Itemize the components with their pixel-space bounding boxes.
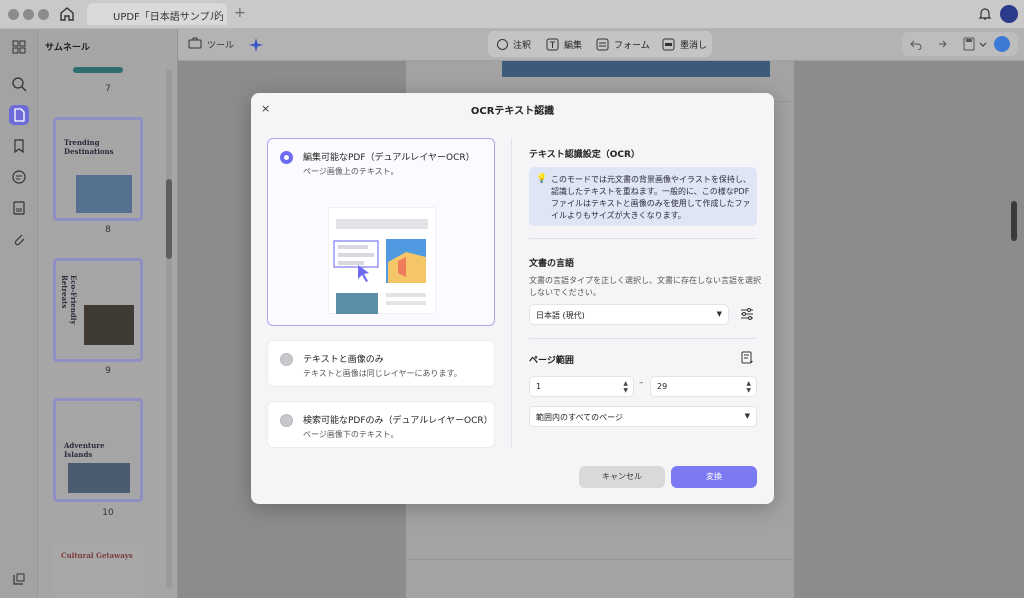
close-window-icon[interactable] [8, 9, 19, 20]
page-number: 7 [105, 84, 111, 94]
caret-down-icon: ▼ [744, 412, 750, 420]
range-to-input[interactable]: 29 ▲ ▼ [650, 376, 757, 397]
lightbulb-icon: 💡 [536, 174, 548, 184]
minimize-window-icon[interactable] [23, 9, 34, 20]
range-mode-value: 範囲内のすべてのページ [536, 413, 623, 422]
option-desc: テキストと画像は同じレイヤーにあります。 [303, 369, 462, 378]
stepper-icon[interactable]: ▲ ▼ [623, 380, 628, 394]
language-select[interactable]: 日本語 (現代) ▼ [529, 304, 729, 325]
scroll-knob[interactable] [166, 179, 172, 259]
language-desc: 文書の言語タイプを正しく選択し、文書に存在しない言語を選択しないでください。 [529, 276, 761, 297]
document-scrollbar[interactable] [1011, 201, 1017, 241]
comment-icon[interactable] [9, 167, 29, 187]
range-to-value: 29 [657, 382, 668, 391]
bell-icon[interactable] [977, 6, 993, 22]
thumbnail-title: Cultural Getaways [61, 551, 133, 560]
page-range-icon[interactable] [740, 351, 754, 365]
thumbnail-title: Eco-Friendly Retreats [60, 275, 78, 325]
redact-icon [662, 38, 675, 51]
page-number: 8 [105, 225, 111, 235]
thumbnail-page[interactable]: Trending Destinations [53, 117, 143, 221]
range-mode-select[interactable]: 範囲内のすべてのページ ▼ [529, 406, 757, 427]
thumbnail-page[interactable] [53, 63, 143, 76]
form-tab[interactable]: フォーム [614, 38, 650, 51]
home-icon[interactable] [58, 5, 76, 23]
language-label: 文書の言語 [529, 259, 575, 269]
redact-tab[interactable]: 墨消し [680, 38, 707, 51]
tools-label: ツール [207, 41, 235, 51]
form-fields-icon[interactable] [9, 198, 29, 218]
radio-searchable-pdf[interactable] [280, 414, 293, 427]
cancel-button[interactable]: キャンセル [579, 466, 665, 488]
divider [529, 338, 757, 339]
comment-icon [497, 39, 508, 50]
panel-title: サムネール [45, 43, 90, 53]
range-from-input[interactable]: 1 ▲ ▼ [529, 376, 634, 397]
edit-text-icon [546, 38, 559, 51]
form-icon [596, 38, 609, 51]
ocr-dialog: × OCRテキスト認識 編集可能なPDF（デュアルレイヤーOCR） ページ画像上… [251, 93, 774, 504]
left-rail [0, 29, 38, 598]
ocr-settings-label: テキスト認識設定（OCR） [529, 150, 640, 160]
layers-icon[interactable] [9, 569, 29, 589]
page-icon[interactable] [9, 105, 29, 125]
option-title: 検索可能なPDFのみ（デュアルレイヤーOCR） [303, 416, 493, 426]
convert-button[interactable]: 変換 [671, 466, 757, 488]
attachment-icon[interactable] [9, 229, 29, 249]
divider [529, 238, 757, 239]
option-searchable-pdf[interactable]: 検索可能なPDFのみ（デュアルレイヤーOCR） ページ画像下のテキスト。 [267, 401, 495, 448]
thumbnail-panel: サムネール 7 Trending Destinations 8 Eco-Frie… [38, 29, 178, 598]
search-icon[interactable] [9, 74, 29, 94]
language-value: 日本語 (現代) [536, 311, 585, 320]
thumbnails-icon[interactable] [9, 37, 29, 57]
chevron-down-icon[interactable] [979, 41, 987, 49]
user-avatar-icon[interactable] [1000, 5, 1018, 23]
undo-icon[interactable] [910, 38, 922, 50]
mode-switcher: 注釈 編集 フォーム 墨消し [488, 31, 712, 57]
option-editable-pdf[interactable]: 編集可能なPDF（デュアルレイヤーOCR） ページ画像上のテキスト。 [267, 138, 495, 326]
radio-editable-pdf[interactable] [280, 151, 293, 164]
page-number: 10 [102, 508, 114, 518]
thumbnail-title: Adventure Islands [64, 441, 105, 459]
thumbnail-title: Trending Destinations [64, 138, 114, 156]
page-image [502, 61, 770, 77]
tab-close-icon[interactable]: × [214, 7, 223, 20]
toolbox-icon [188, 37, 202, 49]
history-tools [902, 32, 1018, 56]
option-desc: ページ画像上のテキスト。 [303, 167, 399, 176]
thumbnail-page[interactable]: Eco-Friendly Retreats [53, 258, 143, 362]
caret-down-icon: ▼ [716, 310, 722, 318]
edit-tab[interactable]: 編集 [564, 38, 582, 51]
new-tab-icon[interactable]: + [234, 5, 246, 21]
bookmark-icon[interactable] [9, 136, 29, 156]
ocr-illustration [328, 207, 436, 314]
dialog-title: OCRテキスト認識 [470, 106, 555, 117]
info-text: このモードでは元文書の背景画像やイラストを保持し、認識したテキストを重ねます。一… [551, 175, 751, 220]
page-range-label: ページ範囲 [529, 356, 574, 366]
title-bar: UPDF「日本語サンプル」 × + [0, 0, 1024, 29]
thumbnail-page[interactable]: Adventure Islands [53, 398, 143, 502]
vertical-divider [511, 138, 512, 448]
option-desc: ページ画像下のテキスト。 [303, 430, 399, 439]
annotate-tab[interactable]: 注釈 [513, 38, 531, 51]
info-box: 💡 このモードでは元文書の背景画像やイラストを保持し、認識したテキストを重ねます… [529, 167, 757, 226]
tab-title: UPDF「日本語サンプル」 [113, 12, 230, 23]
redo-icon[interactable] [935, 38, 947, 50]
option-text-image-only[interactable]: テキストと画像のみ テキストと画像は同じレイヤーにあります。 [267, 340, 495, 387]
save-icon[interactable] [963, 37, 975, 51]
ai-sparkle-icon[interactable] [248, 37, 264, 53]
option-title: 編集可能なPDF（デュアルレイヤーOCR） [303, 153, 475, 163]
language-settings-icon[interactable] [740, 307, 754, 321]
range-dash: – [639, 378, 644, 388]
document-tab[interactable]: UPDF「日本語サンプル」 × [87, 3, 230, 25]
maximize-window-icon[interactable] [38, 9, 49, 20]
stepper-icon[interactable]: ▲ ▼ [746, 380, 751, 394]
main-toolbar: ツール 注釈 編集 フォーム 墨消し [178, 29, 1024, 61]
page-number: 9 [105, 366, 111, 376]
range-from-value: 1 [536, 382, 542, 391]
thumbnail-page[interactable]: Cultural Getaways [53, 543, 143, 598]
option-title: テキストと画像のみ [303, 355, 384, 365]
ai-assistant-icon[interactable] [994, 36, 1010, 52]
radio-text-image-only[interactable] [280, 353, 293, 366]
